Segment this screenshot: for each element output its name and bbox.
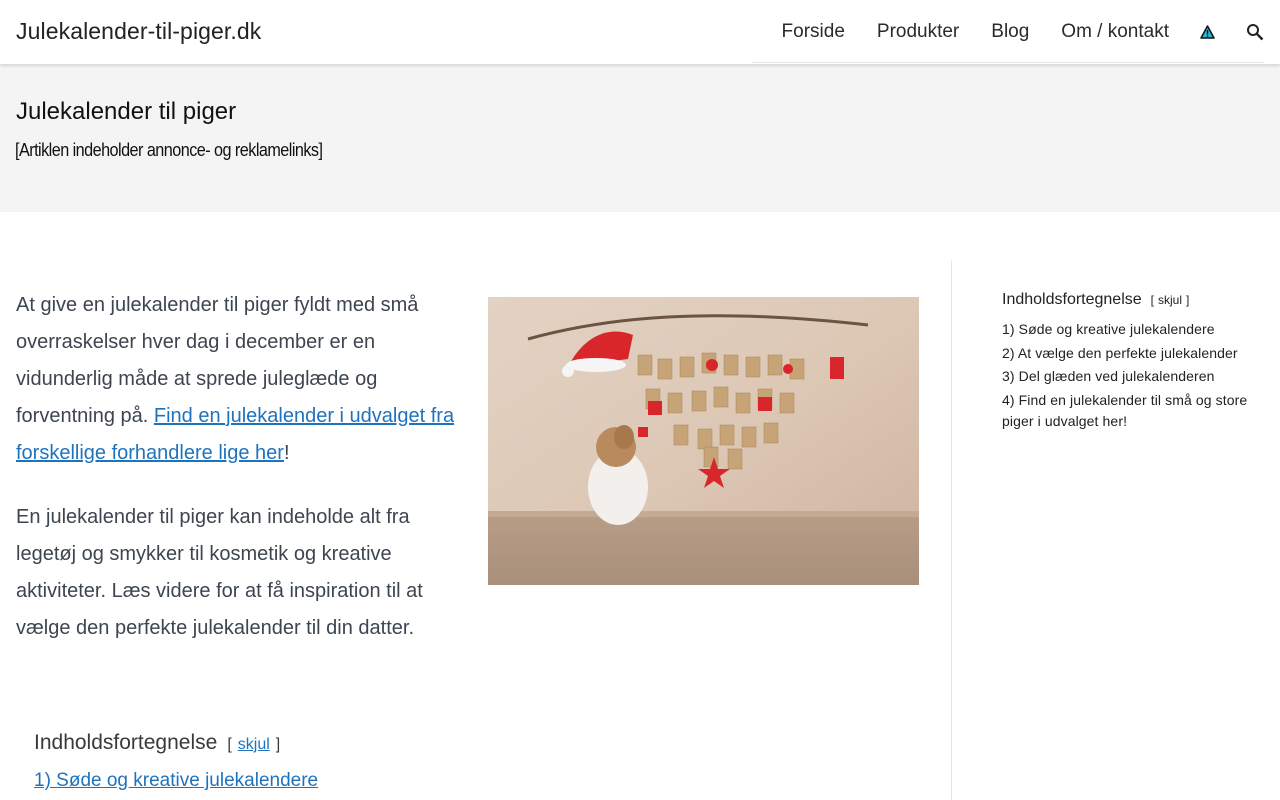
intro-paragraph: At give en julekalender til piger fyldt … [16,287,456,472]
nav-item-produkter[interactable]: Produkter [877,21,959,43]
site-header: Julekalender-til-piger.dk Forside Produk… [0,0,1280,64]
toc-bracket-open: [ [1150,293,1154,307]
intro-end: ! [283,442,290,464]
toc-item[interactable]: 1) Søde og kreative julekalendere [1002,319,1252,340]
content-table-of-contents: Indholdsfortegnelse [ skjul] 1) Søde og k… [34,731,634,792]
warning-icon[interactable] [1200,25,1215,39]
sidebar-divider [951,260,952,800]
page-hero: Julekalender til piger [Artiklen indehol… [0,64,1280,212]
content-toc-header: Indholdsfortegnelse [ skjul] [34,731,634,755]
search-icon[interactable] [1246,23,1264,41]
article-intro: At give en julekalender til piger fyldt … [16,287,456,674]
toc-hide-link[interactable]: skjul [1158,293,1182,307]
nav-underline [752,62,1264,63]
toc-header: Indholdsfortegnelse [ skjul] [1002,291,1252,309]
nav-item-blog[interactable]: Blog [991,21,1029,43]
site-title-link[interactable]: Julekalender-til-piger.dk [16,18,261,45]
content-toc-title: Indholdsfortegnelse [34,731,218,754]
content-toc-list: 1) Søde og kreative julekalendere [34,770,634,792]
content-toc-item: 1) Søde og kreative julekalendere [34,770,634,792]
toc-list: 1) Søde og kreative julekalendere 2) At … [1002,319,1252,432]
toc-title: Indholdsfortegnelse [1002,291,1142,308]
toc-bracket-close: ] [1186,293,1190,307]
toc-item[interactable]: 4) Find en julekalender til små og store… [1002,390,1252,432]
content-toc-link[interactable]: 1) Søde og kreative julekalendere [34,770,318,791]
second-paragraph: En julekalender til piger kan indeholde … [16,506,423,639]
toc-item[interactable]: 2) At vælge den perfekte julekalender [1002,343,1252,364]
content-toc-hide-link[interactable]: skjul [238,736,270,753]
toc-toggle: [ skjul] [1151,293,1190,307]
nav-item-om-kontakt[interactable]: Om / kontakt [1061,21,1169,43]
content-toc-bracket-open: [ [227,736,232,753]
toc-item[interactable]: 3) Del glæden ved julekalenderen [1002,366,1252,387]
content-toc-toggle: [ skjul] [227,736,280,754]
sidebar-table-of-contents: Indholdsfortegnelse [ skjul] 1) Søde og k… [1002,291,1252,434]
ad-disclaimer: [Artiklen indeholder annonce- og reklame… [15,140,323,160]
main-navigation: Forside Produkter Blog Om / kontakt [782,0,1264,64]
advent-calendar-image [488,297,919,585]
page-title: Julekalender til piger [16,98,237,125]
content-toc-bracket-close: ] [275,736,281,753]
nav-item-forside[interactable]: Forside [782,21,845,43]
